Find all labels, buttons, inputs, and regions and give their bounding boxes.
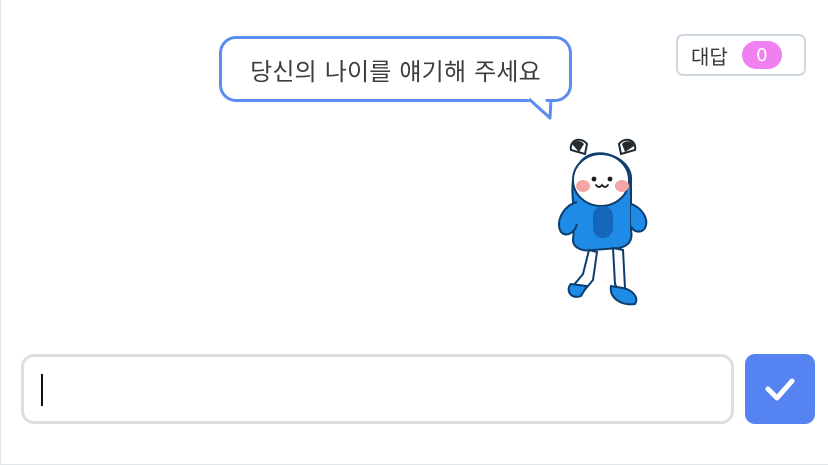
answer-monitor[interactable]: 대답 0 (676, 34, 806, 76)
sprite-belly (593, 206, 613, 238)
answer-monitor-value: 0 (741, 41, 782, 69)
sprite-face (572, 153, 630, 207)
sprite-ears (569, 138, 637, 156)
speech-bubble: 당신의 나이를 얘기해 주세요 (219, 36, 572, 102)
stage: 당신의 나이를 얘기해 주세요 대답 0 (0, 0, 828, 465)
text-caret (41, 374, 43, 406)
sprite-right-arm (630, 203, 648, 233)
character-sprite[interactable] (549, 134, 657, 314)
answer-monitor-label: 대답 (691, 44, 728, 69)
check-icon (765, 378, 795, 401)
ask-answer-field[interactable] (21, 354, 734, 424)
speech-bubble-text: 당신의 나이를 얘기해 주세요 (250, 57, 541, 86)
sprite-left-arm (558, 201, 578, 236)
submit-answer-button[interactable] (745, 354, 815, 424)
speech-bubble-tail (526, 97, 553, 120)
sprite-right-leg (611, 246, 627, 294)
ask-answer-input[interactable] (24, 357, 731, 421)
